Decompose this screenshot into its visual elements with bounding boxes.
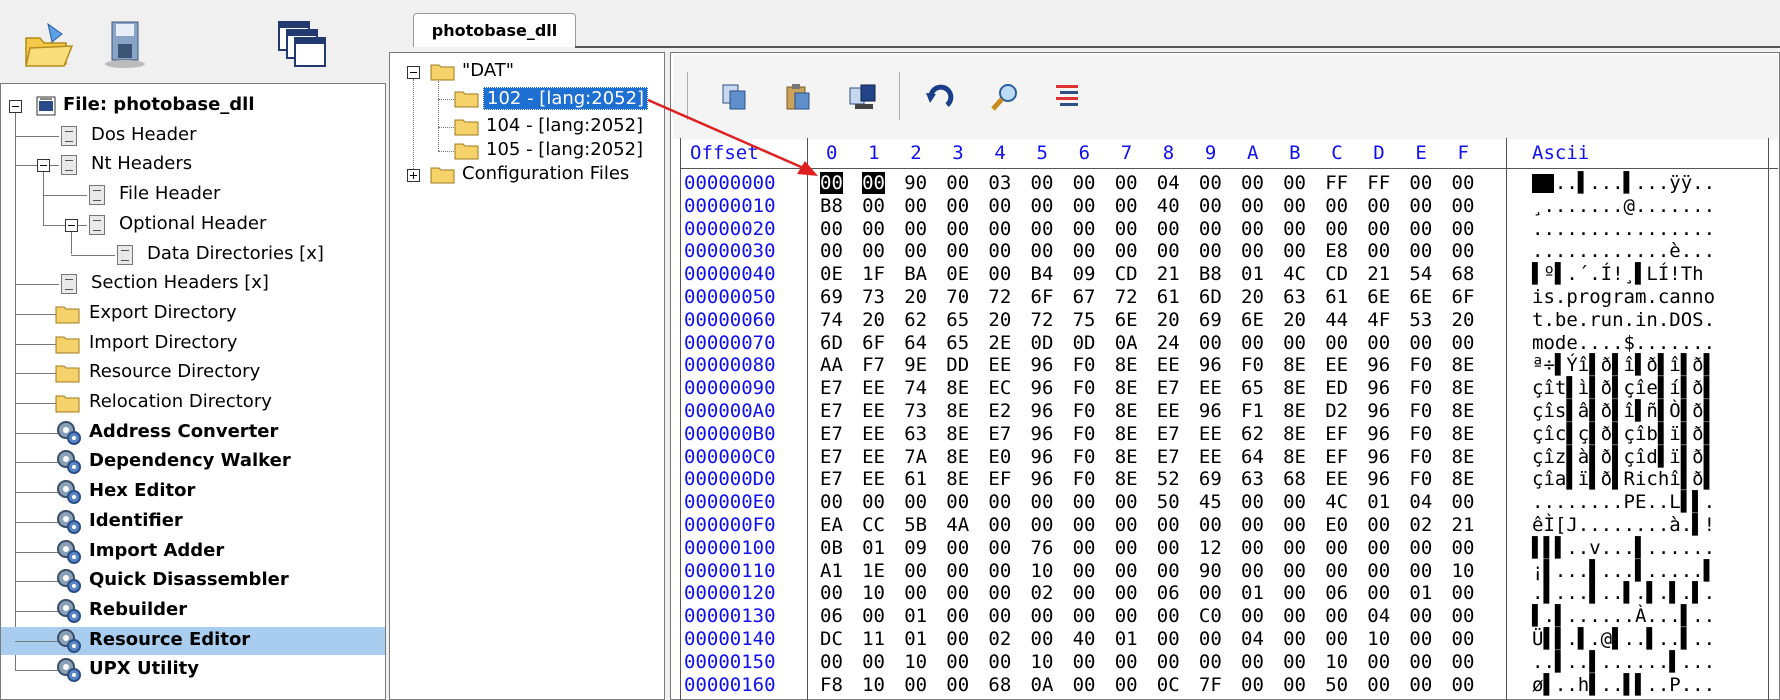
annotation-arrow	[647, 98, 818, 176]
